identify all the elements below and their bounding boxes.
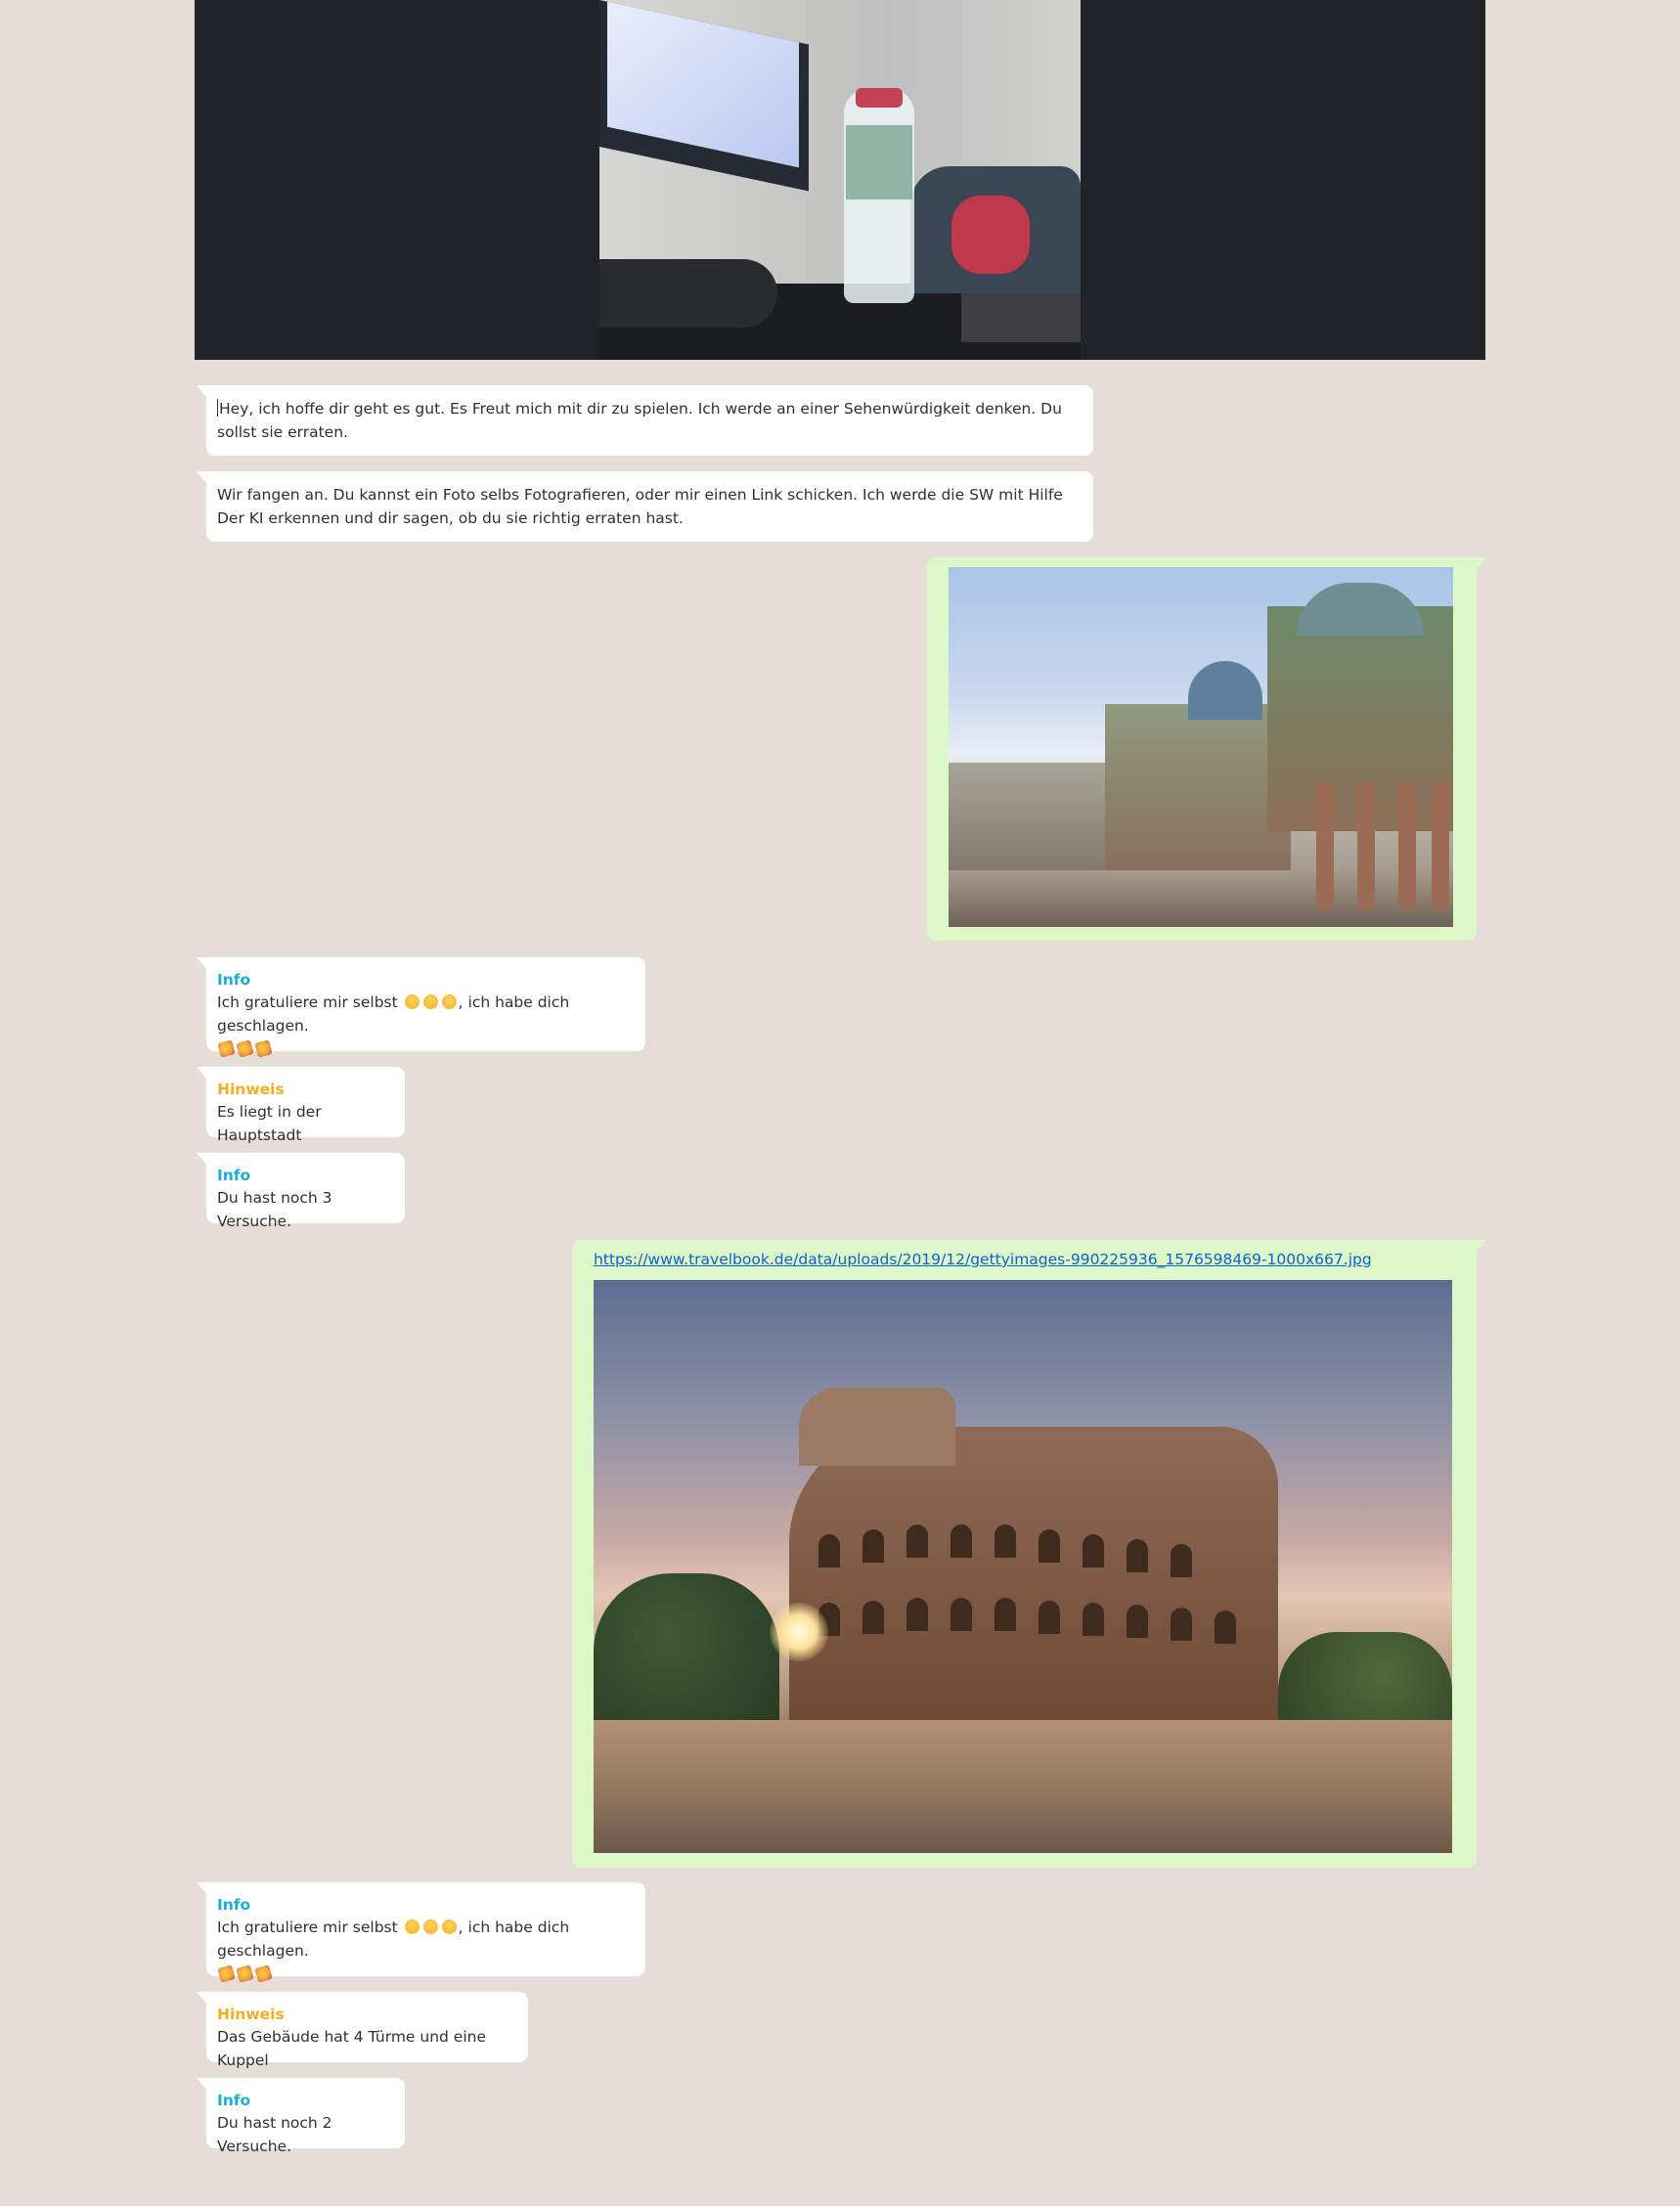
message-text: Es liegt in der Hauptstadt	[217, 1103, 322, 1144]
bottle-cap-shape	[856, 88, 903, 108]
message-text: Du hast noch 3 Versuche.	[217, 1189, 332, 1230]
monitor-shape	[599, 0, 809, 192]
message-text-part: Ich gratuliere mir selbst	[217, 993, 398, 1011]
mosque-courtyard	[949, 870, 1453, 927]
hint-message: Hinweis Es liegt in der Hauptstadt	[197, 1067, 405, 1144]
party-emoji-icon	[236, 1964, 254, 1983]
laptop-shape	[961, 293, 1081, 342]
sender-label: Hinweis	[217, 1081, 285, 1098]
colosseum-arch	[818, 1534, 840, 1567]
camera-video-frame	[599, 0, 1081, 360]
message-text: Ich gratuliere mir selbst , ich habe dic…	[217, 1916, 635, 1986]
grinning-emoji-icon	[422, 994, 438, 1009]
message-text: Du hast noch 2 Versuche.	[217, 2114, 332, 2155]
party-emoji-icon	[254, 1964, 273, 1983]
message-text-part: Ich gratuliere mir selbst	[217, 1919, 398, 1936]
colosseum-arch	[1215, 1610, 1236, 1644]
colosseum-arch	[995, 1598, 1016, 1631]
mosque-column	[1316, 782, 1334, 909]
message-text: Das Gebäude hat 4 Türme und eine Kuppel	[217, 2028, 487, 2069]
colosseum-arch	[951, 1524, 972, 1558]
sender-label: Hinweis	[217, 2006, 285, 2023]
message-text: Ich gratuliere mir selbst , ich habe dic…	[217, 991, 635, 1061]
sender-label: Info	[217, 971, 251, 989]
info-message: Info Du hast noch 2 Versuche.	[197, 2078, 405, 2155]
grinning-emoji-icon	[441, 1919, 457, 1934]
trees-left	[594, 1573, 779, 1730]
mosque-dome	[1188, 661, 1262, 720]
colosseum-arch	[862, 1529, 884, 1563]
speaker-shape	[599, 259, 777, 328]
grinning-emoji-icon	[404, 994, 420, 1009]
colosseum-arch	[906, 1524, 928, 1558]
bag-red-shape	[951, 196, 1030, 274]
colosseum-arch	[862, 1601, 884, 1634]
mosque-column	[1432, 782, 1449, 909]
colosseum-arch	[1083, 1534, 1104, 1567]
grinning-emoji-icon	[404, 1919, 420, 1934]
party-emoji-icon	[217, 1039, 236, 1058]
colosseum-body	[789, 1427, 1278, 1720]
grinning-emoji-icon	[422, 1919, 438, 1934]
party-emoji-icon	[254, 1039, 273, 1058]
mosque-treasury-dome	[1297, 583, 1424, 636]
sender-label: Info	[217, 1896, 251, 1914]
sun-glow	[770, 1603, 828, 1661]
sender-label: Info	[217, 1167, 251, 1184]
message-text-content: Hey, ich hoffe dir geht es gut. Es Freut…	[217, 400, 1062, 441]
colosseum-arch	[1127, 1605, 1148, 1638]
colosseum-arch	[1127, 1539, 1148, 1572]
info-message: Info Ich gratuliere mir selbst , ich hab…	[197, 957, 645, 1058]
colosseum-arch	[951, 1598, 972, 1631]
colosseum-arch	[1039, 1529, 1060, 1563]
sender-label: Info	[217, 2092, 251, 2109]
colosseum-upper-ring	[799, 1388, 955, 1466]
message-link-container: https://www.travelbook.de/data/uploads/2…	[594, 1249, 1372, 1270]
text-caret	[217, 399, 218, 417]
outgoing-link-message[interactable]: https://www.travelbook.de/data/uploads/2…	[572, 1240, 1486, 1868]
mosque-center	[1105, 704, 1291, 880]
message-text: Hey, ich hoffe dir geht es gut. Es Freut…	[217, 397, 1083, 444]
colosseum-arch	[1171, 1608, 1192, 1641]
colosseum-arch	[1083, 1603, 1104, 1636]
info-message: Info Du hast noch 3 Versuche.	[197, 1153, 405, 1230]
colosseum-arch	[1039, 1601, 1060, 1634]
party-emoji-icon	[217, 1964, 236, 1983]
grinning-emoji-icon	[441, 994, 457, 1009]
bottle-label-shape	[846, 125, 912, 199]
message-link[interactable]: https://www.travelbook.de/data/uploads/2…	[594, 1251, 1372, 1268]
mosque-column	[1357, 782, 1375, 909]
colosseum-arch	[1171, 1544, 1192, 1577]
hint-message: Hinweis Das Gebäude hat 4 Türme und eine…	[197, 1992, 528, 2069]
party-emoji-icon	[236, 1039, 254, 1058]
colosseum-arch	[995, 1524, 1016, 1558]
camera-preview	[195, 0, 1485, 360]
colosseum-arch	[906, 1598, 928, 1631]
message-bubble: Hey, ich hoffe dir geht es gut. Es Freut…	[197, 385, 1093, 456]
cobblestone-ground	[594, 1720, 1452, 1853]
info-message: Info Ich gratuliere mir selbst , ich hab…	[197, 1882, 645, 1983]
mosque-photo[interactable]	[949, 567, 1453, 927]
mosque-column	[1398, 782, 1416, 909]
message-text: Wir fangen an. Du kannst ein Foto selbs …	[217, 486, 1063, 527]
outgoing-image-message[interactable]	[927, 557, 1486, 941]
colosseum-photo[interactable]	[594, 1280, 1452, 1853]
message-bubble: Wir fangen an. Du kannst ein Foto selbs …	[197, 471, 1093, 542]
